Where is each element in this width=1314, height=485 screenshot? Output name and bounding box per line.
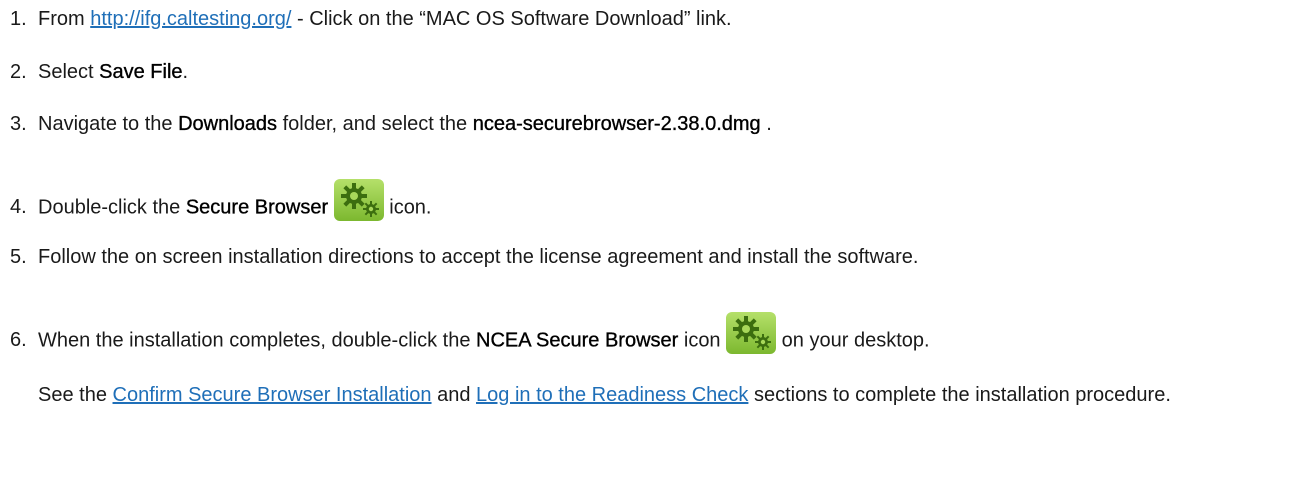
- confirm-installation-link[interactable]: Confirm Secure Browser Installation: [113, 384, 432, 406]
- installation-note: See the Confirm Secure Browser Installat…: [38, 379, 1308, 411]
- step-number: 3.: [10, 113, 27, 135]
- step-4: 4. Double-click the Secure Browser icon.: [10, 179, 432, 229]
- step-text: Navigate to the: [38, 113, 179, 135]
- secure-browser-gear-icon: [333, 179, 384, 221]
- step-5: 5. Follow the on screen installation dire…: [10, 245, 919, 269]
- note-text: sections to complete the installation pr…: [748, 384, 1171, 406]
- save-file-label: Save File: [99, 61, 183, 83]
- step-text: Select: [38, 61, 100, 83]
- step-text: folder, and select the: [277, 113, 473, 135]
- step-3: 3. Navigate to the Downloads folder, and …: [10, 112, 772, 136]
- step-text: icon.: [383, 196, 432, 219]
- note-text: See the: [38, 384, 113, 406]
- dmg-filename: ncea-securebrowser-2.38.0.dmg: [472, 113, 761, 135]
- note-text: and: [431, 384, 477, 406]
- step-6: 6. When the installation completes, doubl…: [10, 312, 930, 362]
- step-2: 2. Select Save File.: [10, 60, 188, 84]
- step-text: From: [38, 8, 91, 30]
- step-text: - Click on the “MAC OS Software Download…: [291, 8, 732, 30]
- step-number: 5.: [10, 246, 27, 268]
- step-text: Double-click the: [38, 196, 186, 219]
- step-text: Follow the on screen installation direct…: [38, 246, 919, 268]
- step-text: .: [760, 113, 772, 135]
- step-number: 2.: [10, 61, 27, 83]
- downloads-label: Downloads: [178, 113, 278, 135]
- step-text: on your desktop.: [776, 329, 930, 352]
- step-number: 4.: [10, 196, 27, 219]
- secure-browser-label: Secure Browser: [185, 196, 329, 219]
- step-1: 1. From http://ifg.caltesting.org/ - Clic…: [10, 7, 732, 31]
- step-number: 6.: [10, 329, 27, 352]
- readiness-check-link[interactable]: Log in to the Readiness Check: [476, 384, 748, 406]
- step-text: When the installation completes, double-…: [38, 329, 477, 352]
- step-text: icon: [678, 329, 727, 352]
- ncea-secure-browser-label: NCEA Secure Browser: [476, 329, 679, 352]
- step-text: .: [182, 61, 189, 83]
- caltesting-link[interactable]: http://ifg.caltesting.org/: [90, 8, 291, 30]
- step-number: 1.: [10, 8, 27, 30]
- secure-browser-gear-icon: [726, 312, 777, 354]
- installation-steps: 1. From http://ifg.caltesting.org/ - Clic…: [0, 0, 1314, 485]
